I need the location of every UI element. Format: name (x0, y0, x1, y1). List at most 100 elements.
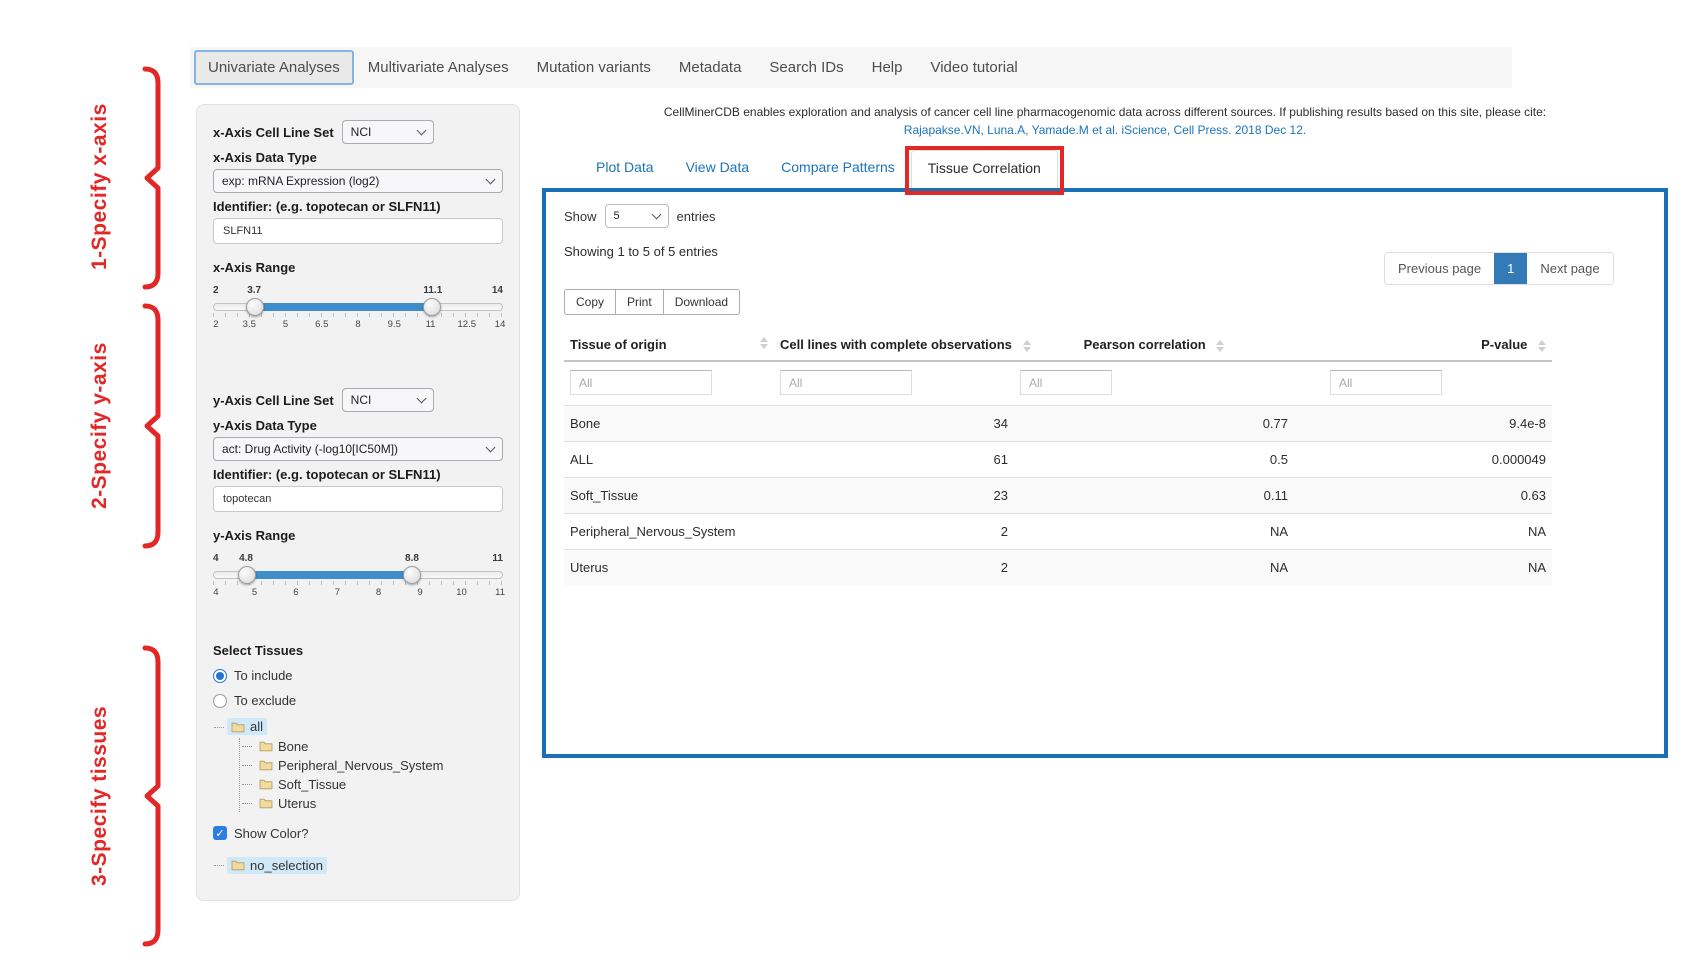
y-range-track[interactable] (213, 571, 503, 579)
selection-tree: no_selection (227, 857, 503, 875)
y-range-selected-bar (247, 571, 412, 579)
folder-icon (231, 859, 245, 871)
folder-icon (259, 778, 273, 790)
x-range-high-value: 11.1 (423, 285, 442, 296)
show-color-label: Show Color? (234, 826, 308, 841)
x-range-handle-low[interactable] (246, 298, 264, 316)
entries-per-page-select[interactable]: 5 (605, 204, 669, 228)
filter-cell-lines-input[interactable] (780, 370, 912, 395)
x-axis-range-label: x-Axis Range (213, 260, 503, 275)
x-axis-range-slider[interactable]: 2 3.7 11.1 14 2 3.5 5 6.5 8 9.5 11 12.5 … (213, 285, 503, 343)
filter-tissue-input[interactable] (570, 370, 712, 395)
x-axis-identifier-input[interactable] (213, 218, 503, 244)
table-header-row: Tissue of origin Cell lines with complet… (564, 329, 1552, 360)
next-page-button[interactable]: Next page (1527, 253, 1612, 284)
annotation-step2-label: 2-Specify y-axis (88, 310, 112, 542)
y-axis-range-label: y-Axis Range (213, 528, 503, 543)
x-axis-data-type-label: x-Axis Data Type (213, 150, 503, 165)
y-axis-cell-line-set-label: y-Axis Cell Line Set (213, 393, 334, 408)
show-color-checkbox[interactable]: ✓ Show Color? (213, 826, 503, 841)
print-button[interactable]: Print (615, 289, 664, 315)
radio-selected-icon (213, 669, 227, 683)
x-range-tick-labels: 2 3.5 5 6.5 8 9.5 11 12.5 14 (213, 319, 503, 331)
tree-node-soft-tissue[interactable]: Soft_Tissue (255, 776, 350, 793)
y-range-handle-low[interactable] (238, 566, 256, 584)
y-range-max-label: 11 (492, 553, 503, 564)
previous-page-button[interactable]: Previous page (1385, 253, 1494, 284)
y-range-low-value: 4.8 (239, 553, 253, 564)
x-range-selected-bar (255, 303, 432, 311)
annotation-step1-label: 1-Specify x-axis (88, 85, 112, 289)
y-axis-cell-line-set-select[interactable]: NCI (342, 388, 434, 412)
chevron-down-icon (416, 393, 426, 403)
x-range-low-value: 3.7 (247, 285, 261, 296)
entries-label: entries (677, 209, 716, 224)
table-filter-row (564, 361, 1552, 406)
x-axis-cell-line-set-select[interactable]: NCI (342, 120, 434, 144)
nav-item-multivariate-analyses[interactable]: Multivariate Analyses (354, 50, 523, 85)
tree-node-bone[interactable]: Bone (255, 738, 312, 755)
tree-node-no-selection[interactable]: no_selection (227, 857, 327, 874)
nav-item-video-tutorial[interactable]: Video tutorial (916, 50, 1031, 85)
sort-icon[interactable] (1216, 340, 1224, 352)
tree-node-uterus[interactable]: Uterus (255, 795, 320, 812)
y-range-high-value: 8.8 (405, 553, 419, 564)
y-range-tick-marks (213, 581, 503, 585)
nav-item-search-ids[interactable]: Search IDs (755, 50, 857, 85)
chevron-down-icon (486, 175, 496, 185)
tab-plot-data[interactable]: Plot Data (580, 150, 670, 188)
folder-icon (259, 740, 273, 752)
citation-block: CellMinerCDB enables exploration and ana… (542, 103, 1668, 139)
chevron-down-icon (651, 210, 661, 220)
nav-item-univariate-analyses[interactable]: Univariate Analyses (194, 50, 354, 85)
chevron-down-icon (416, 125, 426, 135)
x-axis-cell-line-set-value: NCI (351, 125, 372, 139)
column-header-pearson-correlation[interactable]: Pearson correlation (1014, 329, 1294, 360)
citation-link[interactable]: Rajapakse.VN, Luna.A, Yamade.M et al. iS… (542, 121, 1668, 139)
y-axis-data-type-select[interactable]: act: Drug Activity (-log10[IC50M]) (213, 437, 503, 461)
download-button[interactable]: Download (663, 289, 740, 315)
filter-p-value-input[interactable] (1330, 370, 1442, 395)
tree-node-peripheral-nervous-system[interactable]: Peripheral_Nervous_System (255, 757, 447, 774)
tab-view-data[interactable]: View Data (670, 150, 766, 188)
sort-icon[interactable] (1023, 340, 1031, 352)
result-tabs: Plot Data View Data Compare Patterns Tis… (542, 150, 1058, 188)
annotation-step2-brace (142, 303, 164, 549)
sort-icon[interactable] (1538, 340, 1546, 352)
column-header-p-value[interactable]: P-value (1294, 329, 1552, 360)
column-header-cell-lines[interactable]: Cell lines with complete observations (774, 329, 1014, 360)
folder-icon (259, 759, 273, 771)
column-header-tissue-of-origin[interactable]: Tissue of origin (564, 329, 774, 360)
sort-icon[interactable] (760, 337, 768, 349)
x-axis-data-type-select[interactable]: exp: mRNA Expression (log2) (213, 169, 503, 193)
y-axis-identifier-label: Identifier: (e.g. topotecan or SLFN11) (213, 467, 503, 482)
annotation-step1-brace (142, 66, 164, 290)
to-include-radio[interactable]: To include (213, 668, 503, 683)
y-range-handle-high[interactable] (403, 566, 421, 584)
tissue-correlation-panel: Show 5 entries Showing 1 to 5 of 5 entri… (542, 188, 1668, 758)
y-axis-identifier-input[interactable] (213, 486, 503, 512)
table-row: ALL 61 0.5 0.000049 (564, 442, 1552, 478)
nav-item-mutation-variants[interactable]: Mutation variants (523, 50, 665, 85)
nav-item-metadata[interactable]: Metadata (665, 50, 756, 85)
copy-button[interactable]: Copy (564, 289, 616, 315)
y-axis-cell-line-set-value: NCI (351, 393, 372, 407)
radio-unselected-icon (213, 694, 227, 708)
to-exclude-label: To exclude (234, 693, 296, 708)
page-1-button[interactable]: 1 (1494, 253, 1527, 284)
x-axis-identifier-label: Identifier: (e.g. topotecan or SLFN11) (213, 199, 503, 214)
folder-icon (231, 721, 245, 733)
filter-pearson-input[interactable] (1020, 370, 1112, 395)
x-range-track[interactable] (213, 303, 503, 311)
table-row: Uterus 2 NA NA (564, 550, 1552, 586)
to-exclude-radio[interactable]: To exclude (213, 693, 503, 708)
tab-tissue-correlation[interactable]: Tissue Correlation (911, 150, 1058, 188)
nav-item-help[interactable]: Help (858, 50, 917, 85)
chevron-down-icon (486, 443, 496, 453)
select-tissues-label: Select Tissues (213, 643, 503, 658)
y-axis-range-slider[interactable]: 4 4.8 8.8 11 4 5 6 7 8 9 10 11 (213, 553, 503, 611)
x-axis-cell-line-set-label: x-Axis Cell Line Set (213, 125, 334, 140)
tab-compare-patterns[interactable]: Compare Patterns (765, 150, 911, 188)
folder-icon (259, 797, 273, 809)
tree-node-all[interactable]: all (227, 718, 267, 735)
